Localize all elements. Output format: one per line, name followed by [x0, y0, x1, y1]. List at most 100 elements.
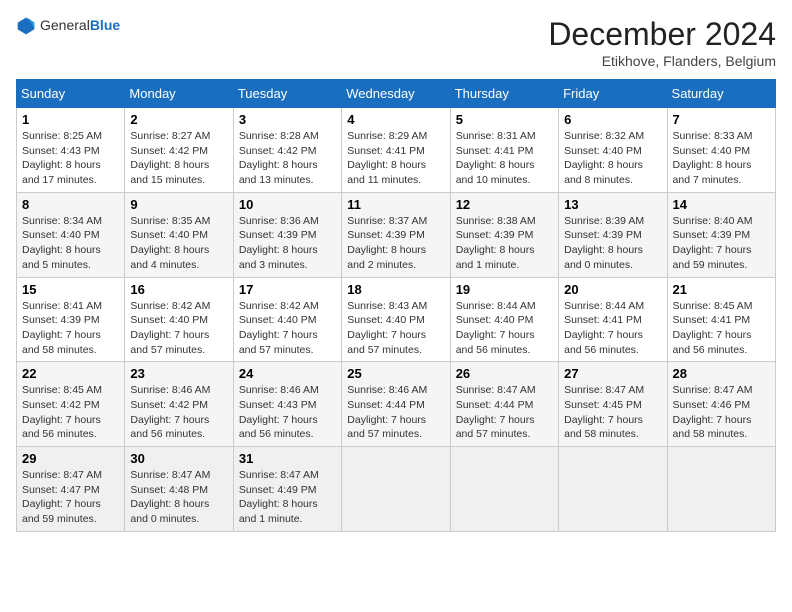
calendar-row: 15 Sunrise: 8:41 AMSunset: 4:39 PMDayligh…: [17, 277, 776, 362]
day-number: 26: [456, 366, 553, 381]
col-friday: Friday: [559, 80, 667, 108]
day-detail: Sunrise: 8:42 AMSunset: 4:40 PMDaylight:…: [130, 299, 227, 358]
table-row: 7Sunrise: 8:33 AMSunset: 4:40 PMDaylight…: [667, 108, 775, 193]
day-number: 30: [130, 451, 227, 466]
title-area: December 2024 Etikhove, Flanders, Belgiu…: [548, 16, 776, 69]
day-detail: Sunrise: 8:35 AMSunset: 4:40 PMDaylight:…: [130, 214, 227, 273]
col-tuesday: Tuesday: [233, 80, 341, 108]
day-number: 4: [347, 112, 444, 127]
table-row: 13 Sunrise: 8:39 AMSunset: 4:39 PMDayligh…: [559, 192, 667, 277]
day-detail: Sunrise: 8:44 AMSunset: 4:41 PMDaylight:…: [564, 299, 661, 358]
day-number: 20: [564, 282, 661, 297]
day-number: 25: [347, 366, 444, 381]
table-row: 11Sunrise: 8:37 AMSunset: 4:39 PMDayligh…: [342, 192, 450, 277]
table-row: 22 Sunrise: 8:45 AMSunset: 4:42 PMDayligh…: [17, 362, 125, 447]
day-detail: Sunrise: 8:47 AMSunset: 4:47 PMDaylight:…: [22, 468, 119, 527]
table-row: 10 Sunrise: 8:36 AMSunset: 4:39 PMDayligh…: [233, 192, 341, 277]
day-detail: Sunrise: 8:38 AMSunset: 4:39 PMDaylight:…: [456, 214, 553, 273]
day-detail: Sunrise: 8:46 AMSunset: 4:42 PMDaylight:…: [130, 383, 227, 442]
table-row: 30 Sunrise: 8:47 AMSunset: 4:48 PMDayligh…: [125, 447, 233, 532]
day-number: 1: [22, 112, 119, 127]
table-row: [667, 447, 775, 532]
table-row: 14 Sunrise: 8:40 AMSunset: 4:39 PMDayligh…: [667, 192, 775, 277]
day-number: 7: [673, 112, 770, 127]
table-row: 31 Sunrise: 8:47 AMSunset: 4:49 PMDayligh…: [233, 447, 341, 532]
day-number: 19: [456, 282, 553, 297]
table-row: 17 Sunrise: 8:42 AMSunset: 4:40 PMDayligh…: [233, 277, 341, 362]
header: GeneralBlue December 2024 Etikhove, Flan…: [16, 16, 776, 69]
day-detail: Sunrise: 8:41 AMSunset: 4:39 PMDaylight:…: [22, 299, 119, 358]
calendar-header-row: Sunday Monday Tuesday Wednesday Thursday…: [17, 80, 776, 108]
table-row: 23 Sunrise: 8:46 AMSunset: 4:42 PMDayligh…: [125, 362, 233, 447]
day-detail: Sunrise: 8:45 AMSunset: 4:41 PMDaylight:…: [673, 299, 770, 358]
calendar-row: 8 Sunrise: 8:34 AMSunset: 4:40 PMDaylight…: [17, 192, 776, 277]
table-row: 20 Sunrise: 8:44 AMSunset: 4:41 PMDayligh…: [559, 277, 667, 362]
day-number: 14: [673, 197, 770, 212]
table-row: [342, 447, 450, 532]
day-number: 5: [456, 112, 553, 127]
day-detail: Sunrise: 8:46 AMSunset: 4:44 PMDaylight:…: [347, 383, 444, 442]
day-number: 21: [673, 282, 770, 297]
table-row: 27 Sunrise: 8:47 AMSunset: 4:45 PMDayligh…: [559, 362, 667, 447]
day-number: 28: [673, 366, 770, 381]
day-number: 23: [130, 366, 227, 381]
day-number: 16: [130, 282, 227, 297]
day-number: 13: [564, 197, 661, 212]
day-detail: Sunrise: 8:39 AMSunset: 4:39 PMDaylight:…: [564, 214, 661, 273]
calendar-row: 1Sunrise: 8:25 AMSunset: 4:43 PMDaylight…: [17, 108, 776, 193]
day-detail: Sunrise: 8:44 AMSunset: 4:40 PMDaylight:…: [456, 299, 553, 358]
table-row: [559, 447, 667, 532]
day-detail: Sunrise: 8:47 AMSunset: 4:48 PMDaylight:…: [130, 468, 227, 527]
day-detail: Sunrise: 8:34 AMSunset: 4:40 PMDaylight:…: [22, 214, 119, 273]
calendar-table: Sunday Monday Tuesday Wednesday Thursday…: [16, 79, 776, 532]
table-row: 29 Sunrise: 8:47 AMSunset: 4:47 PMDayligh…: [17, 447, 125, 532]
day-detail: Sunrise: 8:40 AMSunset: 4:39 PMDaylight:…: [673, 214, 770, 273]
day-detail: Sunrise: 8:36 AMSunset: 4:39 PMDaylight:…: [239, 214, 336, 273]
col-thursday: Thursday: [450, 80, 558, 108]
day-number: 17: [239, 282, 336, 297]
day-detail: Sunrise: 8:32 AMSunset: 4:40 PMDaylight:…: [564, 129, 661, 188]
table-row: 18Sunrise: 8:43 AMSunset: 4:40 PMDayligh…: [342, 277, 450, 362]
day-detail: Sunrise: 8:28 AMSunset: 4:42 PMDaylight:…: [239, 129, 336, 188]
day-number: 9: [130, 197, 227, 212]
day-detail: Sunrise: 8:43 AMSunset: 4:40 PMDaylight:…: [347, 299, 444, 358]
day-number: 31: [239, 451, 336, 466]
table-row: 15 Sunrise: 8:41 AMSunset: 4:39 PMDayligh…: [17, 277, 125, 362]
table-row: 28 Sunrise: 8:47 AMSunset: 4:46 PMDayligh…: [667, 362, 775, 447]
logo-general: GeneralBlue: [40, 17, 120, 35]
col-sunday: Sunday: [17, 80, 125, 108]
day-number: 8: [22, 197, 119, 212]
day-detail: Sunrise: 8:46 AMSunset: 4:43 PMDaylight:…: [239, 383, 336, 442]
month-title: December 2024: [548, 16, 776, 53]
day-detail: Sunrise: 8:45 AMSunset: 4:42 PMDaylight:…: [22, 383, 119, 442]
day-number: 6: [564, 112, 661, 127]
table-row: 12 Sunrise: 8:38 AMSunset: 4:39 PMDayligh…: [450, 192, 558, 277]
day-detail: Sunrise: 8:37 AMSunset: 4:39 PMDaylight:…: [347, 214, 444, 273]
table-row: 8 Sunrise: 8:34 AMSunset: 4:40 PMDaylight…: [17, 192, 125, 277]
table-row: 19 Sunrise: 8:44 AMSunset: 4:40 PMDayligh…: [450, 277, 558, 362]
table-row: 6 Sunrise: 8:32 AMSunset: 4:40 PMDaylight…: [559, 108, 667, 193]
table-row: 26 Sunrise: 8:47 AMSunset: 4:44 PMDayligh…: [450, 362, 558, 447]
day-number: 29: [22, 451, 119, 466]
col-wednesday: Wednesday: [342, 80, 450, 108]
table-row: 3Sunrise: 8:28 AMSunset: 4:42 PMDaylight…: [233, 108, 341, 193]
day-detail: Sunrise: 8:47 AMSunset: 4:49 PMDaylight:…: [239, 468, 336, 527]
day-detail: Sunrise: 8:31 AMSunset: 4:41 PMDaylight:…: [456, 129, 553, 188]
table-row: 25 Sunrise: 8:46 AMSunset: 4:44 PMDayligh…: [342, 362, 450, 447]
table-row: [450, 447, 558, 532]
logo: GeneralBlue: [16, 16, 120, 36]
day-detail: Sunrise: 8:42 AMSunset: 4:40 PMDaylight:…: [239, 299, 336, 358]
day-number: 12: [456, 197, 553, 212]
day-number: 10: [239, 197, 336, 212]
col-saturday: Saturday: [667, 80, 775, 108]
day-number: 15: [22, 282, 119, 297]
table-row: 9 Sunrise: 8:35 AMSunset: 4:40 PMDaylight…: [125, 192, 233, 277]
table-row: 5 Sunrise: 8:31 AMSunset: 4:41 PMDaylight…: [450, 108, 558, 193]
table-row: 4Sunrise: 8:29 AMSunset: 4:41 PMDaylight…: [342, 108, 450, 193]
day-number: 22: [22, 366, 119, 381]
day-detail: Sunrise: 8:47 AMSunset: 4:45 PMDaylight:…: [564, 383, 661, 442]
day-detail: Sunrise: 8:47 AMSunset: 4:44 PMDaylight:…: [456, 383, 553, 442]
day-detail: Sunrise: 8:47 AMSunset: 4:46 PMDaylight:…: [673, 383, 770, 442]
day-number: 27: [564, 366, 661, 381]
table-row: 21 Sunrise: 8:45 AMSunset: 4:41 PMDayligh…: [667, 277, 775, 362]
